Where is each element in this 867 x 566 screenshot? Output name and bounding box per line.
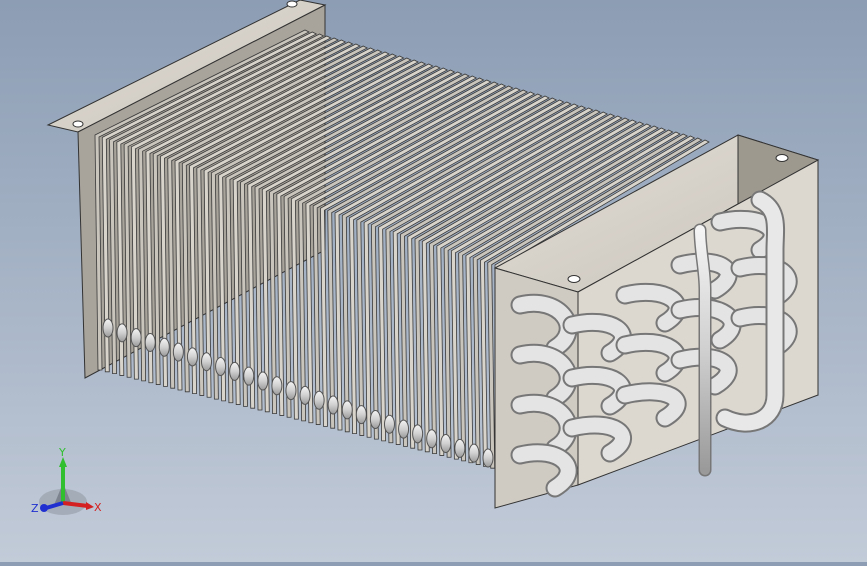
coordinate-triad: Y X Z: [30, 445, 110, 520]
tube-end: [454, 438, 466, 458]
tube-end: [215, 357, 227, 377]
tube-end: [355, 405, 367, 425]
tube-end: [144, 332, 156, 352]
tube-end: [186, 347, 198, 367]
x-axis-label: X: [94, 501, 102, 514]
tube-end: [102, 318, 114, 338]
tube-end: [271, 376, 283, 396]
tube-end: [426, 429, 438, 449]
left-flange-hole-1: [286, 0, 298, 8]
tube-end: [369, 409, 381, 429]
tube-end: [482, 448, 494, 468]
tube-end: [398, 419, 410, 439]
z-axis-label: Z: [31, 502, 39, 515]
tube-end: [299, 385, 311, 405]
right-flange-hole-1: [775, 154, 789, 162]
tube-end: [341, 400, 353, 420]
tube-end: [116, 323, 128, 343]
z-axis-arrow: [40, 504, 48, 512]
tube-end: [313, 390, 325, 410]
tube-end: [130, 328, 142, 348]
tube-end: [229, 361, 241, 381]
right-flange-hole-2: [567, 275, 581, 283]
tube-end: [172, 342, 184, 362]
tube-end: [158, 337, 170, 357]
tube-end: [201, 352, 213, 372]
tube-end: [285, 381, 297, 401]
cad-viewport[interactable]: Y X Z: [0, 0, 867, 562]
heat-exchanger-coil-model[interactable]: [0, 0, 867, 562]
left-flange-hole-2: [72, 120, 84, 128]
tube-end: [257, 371, 269, 391]
y-axis-label: Y: [58, 446, 66, 459]
x-axis-arrow: [86, 502, 94, 510]
tube-end: [468, 443, 480, 463]
tube-end: [327, 395, 339, 415]
tube-end: [440, 434, 452, 454]
tube-end: [383, 414, 395, 434]
tube-end: [412, 424, 424, 444]
tube-end: [243, 366, 255, 386]
